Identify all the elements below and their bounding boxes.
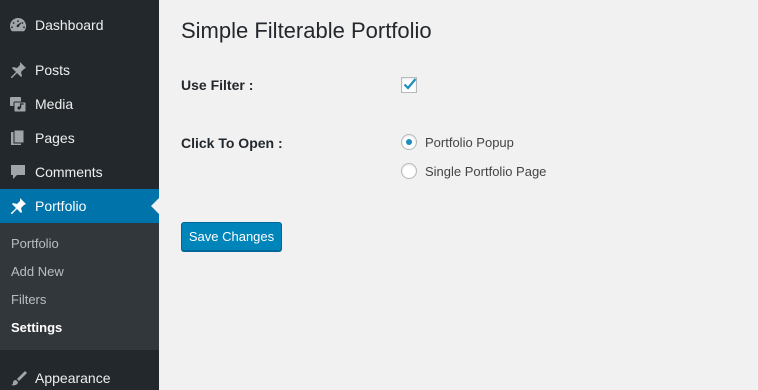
sidebar-item-appearance[interactable]: Appearance — [0, 361, 159, 390]
sidebar-item-label: Posts — [35, 62, 71, 78]
page-title: Simple Filterable Portfolio — [181, 18, 432, 43]
pin-icon — [8, 196, 28, 216]
click-to-open-label: Click To Open : — [181, 135, 283, 151]
sidebar-item-comments[interactable]: Comments — [0, 155, 159, 189]
use-filter-label: Use Filter : — [181, 77, 254, 93]
submenu-item-filters[interactable]: Filters — [11, 292, 46, 307]
active-arrow — [151, 198, 159, 214]
comment-icon — [8, 162, 28, 182]
portfolio-popup-label[interactable]: Portfolio Popup — [425, 135, 514, 150]
radio-selected-dot — [406, 139, 412, 145]
sidebar-item-label: Dashboard — [35, 17, 104, 33]
portfolio-popup-radio[interactable] — [401, 134, 417, 150]
checkmark-icon — [403, 78, 417, 90]
sidebar-item-label: Appearance — [35, 370, 111, 386]
use-filter-checkbox[interactable] — [401, 77, 417, 93]
portfolio-submenu: Portfolio Add New Filters Settings — [0, 223, 159, 350]
sidebar-item-label: Comments — [35, 164, 103, 180]
save-changes-button[interactable]: Save Changes — [181, 222, 282, 251]
sidebar-item-posts[interactable]: Posts — [0, 53, 159, 87]
admin-sidebar: Dashboard Posts Media Pages Comments Por… — [0, 0, 159, 390]
pages-icon — [8, 128, 28, 148]
single-portfolio-page-label[interactable]: Single Portfolio Page — [425, 164, 546, 179]
sidebar-item-pages[interactable]: Pages — [0, 121, 159, 155]
sidebar-item-label: Pages — [35, 130, 75, 146]
sidebar-item-label: Portfolio — [35, 198, 87, 214]
pin-icon — [8, 60, 28, 80]
sidebar-item-media[interactable]: Media — [0, 87, 159, 121]
media-icon — [8, 94, 28, 114]
brush-icon — [8, 368, 28, 388]
sidebar-item-portfolio[interactable]: Portfolio — [0, 189, 159, 223]
sidebar-item-label: Media — [35, 96, 74, 112]
sidebar-item-dashboard[interactable]: Dashboard — [0, 8, 159, 42]
submenu-item-settings[interactable]: Settings — [11, 320, 62, 335]
submenu-item-add-new[interactable]: Add New — [11, 264, 64, 279]
single-portfolio-page-radio[interactable] — [401, 163, 417, 179]
dashboard-icon — [8, 15, 28, 35]
submenu-item-portfolio[interactable]: Portfolio — [11, 236, 59, 251]
